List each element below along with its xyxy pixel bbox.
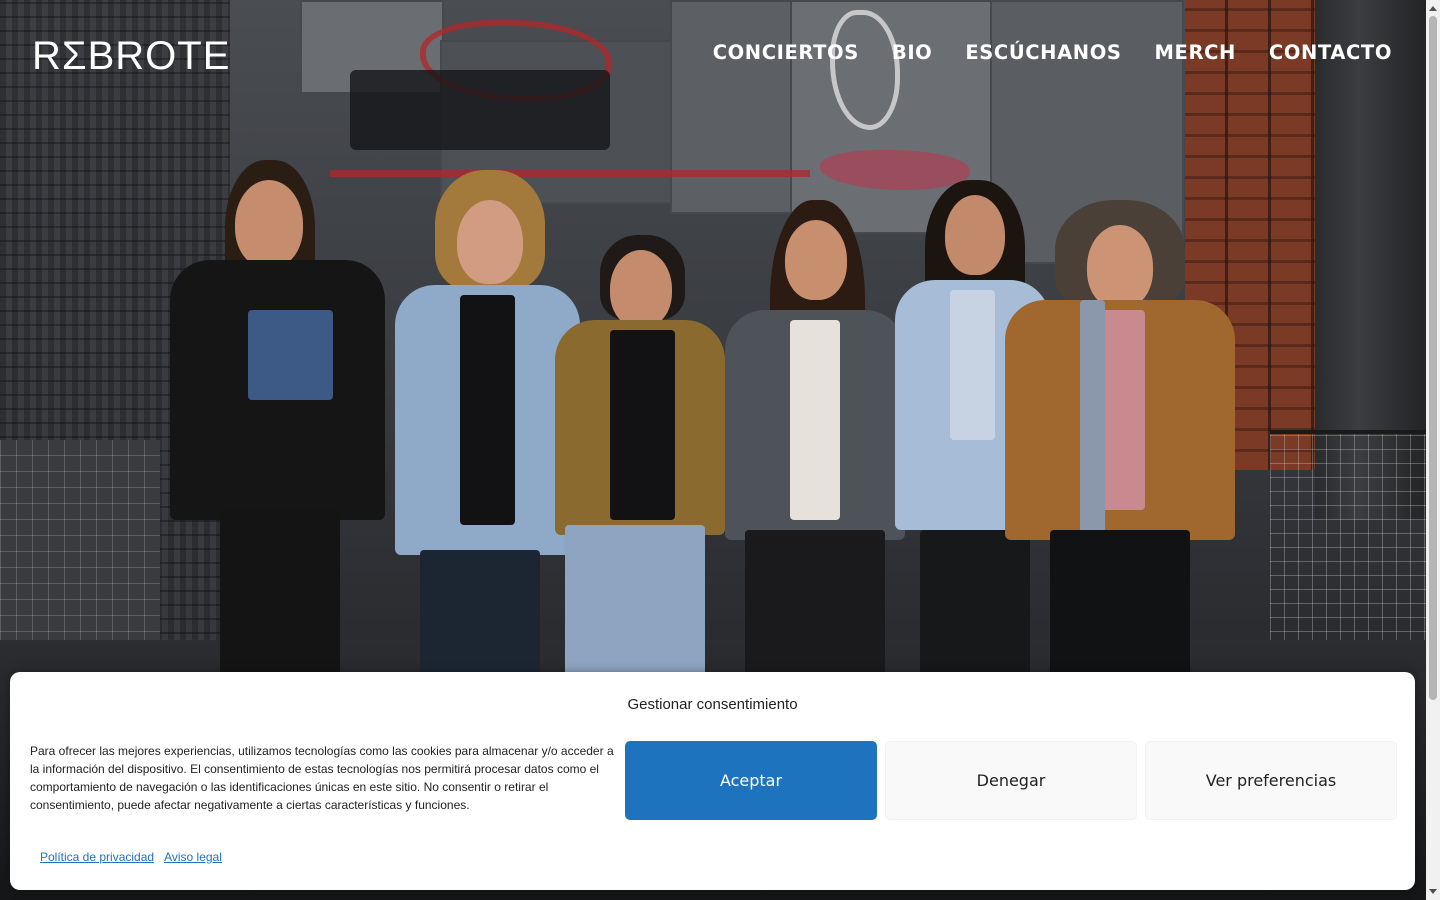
band-member bbox=[1005, 200, 1235, 680]
privacy-policy-link[interactable]: Política de privacidad bbox=[40, 850, 154, 864]
scroll-down-arrow-icon[interactable] bbox=[1429, 889, 1437, 894]
cookie-banner-text: Para ofrecer las mejores experiencias, u… bbox=[30, 744, 614, 812]
cookie-consent-banner: Gestionar consentimiento Para ofrecer la… bbox=[10, 672, 1415, 890]
legal-notice-link[interactable]: Aviso legal bbox=[164, 850, 222, 864]
nav-item-conciertos[interactable]: CONCIERTOS bbox=[713, 40, 859, 66]
view-preferences-button[interactable]: Ver preferencias bbox=[1145, 741, 1397, 820]
page-scrollbar[interactable] bbox=[1426, 0, 1440, 900]
site-header: RΣBROTE CONCIERTOS BIO ESCÚCHANOS MERCH … bbox=[0, 0, 1426, 110]
hero-fence-right bbox=[1270, 430, 1426, 674]
nav-item-bio[interactable]: BIO bbox=[892, 40, 933, 66]
deny-button[interactable]: Denegar bbox=[885, 741, 1137, 820]
nav-item-merch[interactable]: MERCH bbox=[1155, 40, 1236, 66]
main-nav: CONCIERTOS BIO ESCÚCHANOS MERCH CONTACTO bbox=[713, 40, 1392, 66]
cookie-banner-links: Política de privacidad Aviso legal bbox=[40, 850, 222, 864]
band-member bbox=[555, 235, 730, 680]
accept-button[interactable]: Aceptar bbox=[625, 741, 877, 820]
band-member bbox=[390, 170, 580, 680]
band-member bbox=[160, 160, 390, 680]
scroll-up-arrow-icon[interactable] bbox=[1429, 6, 1437, 11]
band-member bbox=[725, 200, 905, 680]
cookie-banner-title: Gestionar consentimiento bbox=[627, 696, 798, 713]
nav-item-escuchanos[interactable]: ESCÚCHANOS bbox=[965, 40, 1121, 66]
scroll-thumb[interactable] bbox=[1429, 16, 1437, 700]
site-logo[interactable]: RΣBROTE bbox=[32, 36, 230, 76]
nav-item-contacto[interactable]: CONTACTO bbox=[1269, 40, 1392, 66]
